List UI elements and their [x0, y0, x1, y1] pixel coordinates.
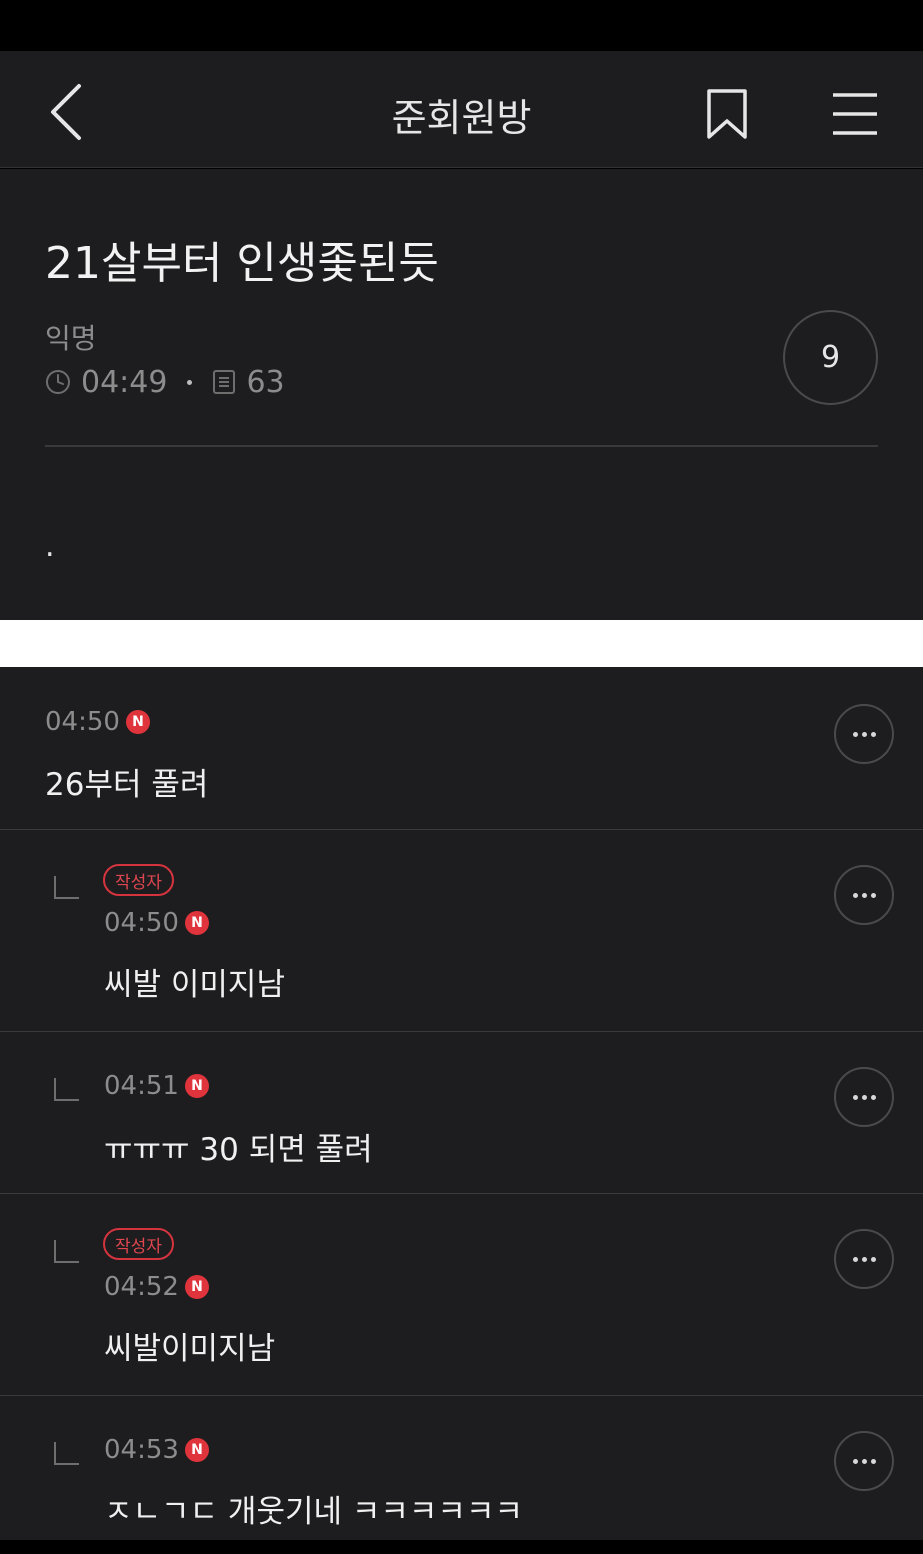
comment-time-row: 04:52 N [104, 1272, 209, 1302]
comment-time-row: 04:50 N [45, 707, 150, 737]
more-options-button[interactable] [834, 1229, 894, 1289]
chevron-left-icon [51, 84, 81, 140]
comment-text: ㅈㄴㄱㄷ 개웃기네 ㅋㅋㅋㅋㅋㅋ [104, 1494, 523, 1530]
comment-text: 씨발이미지남 [104, 1331, 276, 1367]
back-button[interactable] [40, 81, 90, 143]
post-body: . [45, 529, 55, 564]
comment-item: 작성자 04:50 N 씨발 이미지남 [0, 830, 923, 1032]
post-views: 63 [246, 364, 285, 400]
more-options-button[interactable] [834, 1431, 894, 1491]
hamburger-menu-icon [833, 93, 877, 135]
post-divider [45, 445, 878, 447]
views-icon [213, 370, 236, 394]
comment-time-row: 04:50 N [104, 908, 209, 938]
comment-list: 04:50 N 26부터 풀려 작성자 04:50 N 씨발 이미지남 04:5… [0, 667, 923, 1540]
new-badge: N [125, 710, 150, 734]
comment-text: 26부터 풀려 [45, 767, 209, 803]
comment-item: 04:53 N ㅈㄴㄱㄷ 개웃기네 ㅋㅋㅋㅋㅋㅋ [0, 1396, 923, 1540]
reply-arrow-icon [54, 1240, 79, 1263]
meta-separator [187, 379, 193, 385]
comment-text: ㅠㅠㅠ 30 되면 풀려 [104, 1132, 373, 1168]
comment-item: 04:51 N ㅠㅠㅠ 30 되면 풀려 [0, 1032, 923, 1194]
clock-icon [46, 370, 70, 394]
comment-text: 씨발 이미지남 [104, 967, 285, 1003]
comment-time: 04:52 [104, 1272, 179, 1302]
comment-time: 04:50 [104, 908, 179, 938]
comment-time: 04:50 [45, 707, 120, 737]
bookmark-icon [707, 89, 747, 139]
comment-count-button[interactable]: 9 [783, 310, 878, 405]
reply-arrow-icon [54, 1442, 79, 1465]
reply-arrow-icon [54, 1078, 79, 1101]
board-title: 준회원방 [391, 96, 532, 140]
bookmark-button[interactable] [700, 85, 754, 143]
post-time: 04:49 [81, 364, 168, 400]
post-author: 익명 [45, 322, 97, 355]
new-badge: N [184, 1275, 209, 1299]
more-options-button[interactable] [834, 865, 894, 925]
author-tag: 작성자 [103, 1228, 174, 1260]
comment-time: 04:51 [104, 1071, 179, 1101]
post-detail: 21살부터 인생좇된듯 익명 04:49 63 9 . [0, 169, 923, 620]
comment-item: 04:50 N 26부터 풀려 [0, 667, 923, 830]
bottom-bar [0, 1540, 923, 1554]
comment-time-row: 04:51 N [104, 1071, 209, 1101]
more-options-button[interactable] [834, 704, 894, 764]
comment-time-row: 04:53 N [104, 1435, 209, 1465]
comment-item: 작성자 04:52 N 씨발이미지남 [0, 1194, 923, 1396]
comment-time: 04:53 [104, 1435, 179, 1465]
more-options-button[interactable] [834, 1067, 894, 1127]
menu-button[interactable] [825, 87, 885, 141]
post-meta: 04:49 63 [45, 364, 285, 400]
section-separator [0, 620, 923, 667]
author-tag: 작성자 [103, 864, 174, 896]
new-badge: N [184, 1074, 209, 1098]
new-badge: N [184, 1438, 209, 1462]
reply-arrow-icon [54, 876, 79, 899]
status-bar [0, 0, 923, 51]
new-badge: N [184, 911, 209, 935]
post-title: 21살부터 인생좇된듯 [45, 238, 439, 289]
top-bar: 준회원방 [0, 51, 923, 168]
